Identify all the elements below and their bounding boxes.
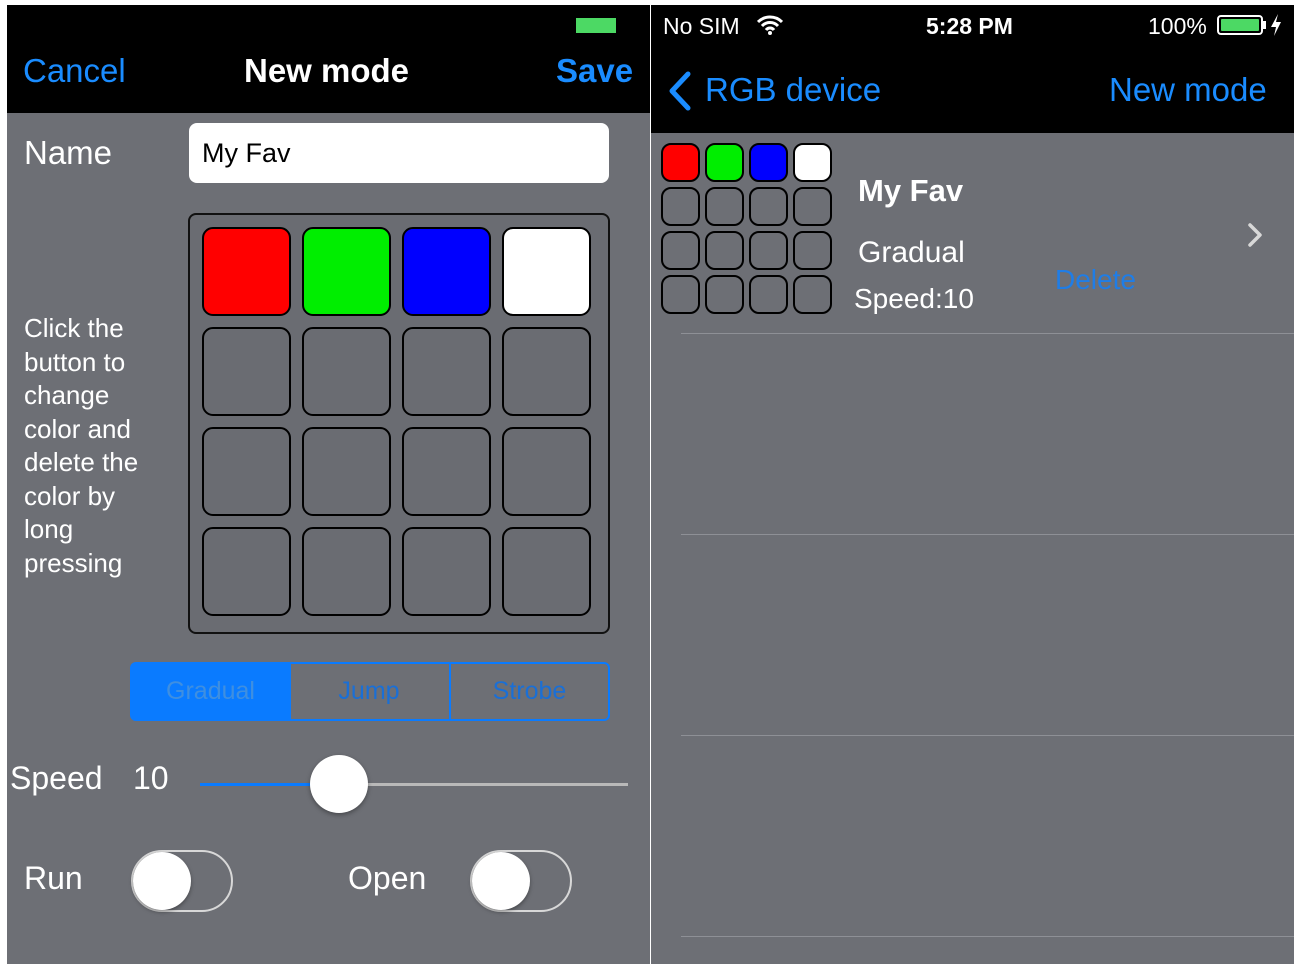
segment-jump[interactable]: Jump <box>289 662 451 721</box>
mini-slot-green <box>705 143 744 182</box>
mode-speed: Speed:10 <box>854 283 974 314</box>
mini-slot-red <box>661 143 700 182</box>
mini-slot-empty <box>661 275 700 314</box>
color-slot-empty[interactable] <box>502 527 591 616</box>
color-slot-white[interactable] <box>502 227 591 316</box>
charging-bolt-icon <box>1271 14 1281 36</box>
battery-icon <box>576 18 616 33</box>
row-separator <box>681 936 1294 937</box>
toggle-knob <box>472 852 530 910</box>
mini-slot-empty <box>705 231 744 270</box>
new-mode-button[interactable]: New mode <box>1109 71 1267 109</box>
open-toggle[interactable] <box>470 850 572 912</box>
speed-value: 10 <box>133 760 169 796</box>
mini-slot-empty <box>793 187 832 226</box>
color-slot-empty[interactable] <box>202 427 291 516</box>
color-slot-empty[interactable] <box>202 327 291 416</box>
color-slot-empty[interactable] <box>402 327 491 416</box>
disclosure-chevron-icon <box>1248 223 1262 247</box>
open-label: Open <box>348 860 427 896</box>
color-slot-empty[interactable] <box>302 327 391 416</box>
battery-icon <box>1217 15 1263 35</box>
run-label: Run <box>24 860 83 896</box>
color-slot-red[interactable] <box>202 227 291 316</box>
row-separator <box>681 534 1294 535</box>
battery-tip <box>1263 21 1266 29</box>
mini-slot-empty <box>705 187 744 226</box>
row-separator <box>681 735 1294 736</box>
segment-gradual[interactable]: Gradual <box>130 662 291 721</box>
color-slot-empty[interactable] <box>302 527 391 616</box>
color-slot-empty[interactable] <box>402 427 491 516</box>
color-slot-empty[interactable] <box>302 427 391 516</box>
mode-list-screen: No SIM 5:28 PM 100% RGB device New mode <box>651 5 1294 964</box>
slider-thumb[interactable] <box>309 755 368 813</box>
mini-slot-empty <box>793 231 832 270</box>
mode-type: Gradual <box>858 236 965 269</box>
wifi-icon <box>757 15 783 35</box>
color-grid <box>188 213 610 634</box>
mini-slot-blue <box>749 143 788 182</box>
instructions-text: Click the button to change color and del… <box>24 313 139 578</box>
nav-bar: No SIM 5:28 PM 100% RGB device New mode <box>651 5 1294 133</box>
mini-slot-empty <box>749 275 788 314</box>
speed-slider[interactable] <box>200 755 628 813</box>
mini-slot-empty <box>705 275 744 314</box>
nav-bar: Cancel New mode Save <box>7 5 650 113</box>
battery-percent: 100% <box>1148 13 1207 39</box>
save-button[interactable]: Save <box>556 52 633 90</box>
status-time: 5:28 PM <box>926 13 1013 39</box>
color-slot-empty[interactable] <box>502 427 591 516</box>
color-slot-empty[interactable] <box>202 527 291 616</box>
name-label: Name <box>24 134 113 171</box>
mini-slot-white <box>793 143 832 182</box>
new-mode-screen: Cancel New mode Save Name Click the butt… <box>7 5 650 964</box>
color-slot-green[interactable] <box>302 227 391 316</box>
carrier-label: No SIM <box>663 13 740 39</box>
back-chevron-icon <box>669 71 691 111</box>
name-input[interactable] <box>189 123 609 183</box>
mini-slot-empty <box>749 187 788 226</box>
mini-slot-empty <box>661 231 700 270</box>
page-title: New mode <box>244 52 410 89</box>
row-separator <box>681 333 1294 334</box>
mini-slot-empty <box>749 231 788 270</box>
segment-strobe[interactable]: Strobe <box>449 662 610 721</box>
cancel-button[interactable]: Cancel <box>23 52 126 90</box>
mini-color-grid <box>661 143 837 319</box>
toggle-knob <box>133 852 191 910</box>
mini-slot-empty <box>793 275 832 314</box>
speed-label: Speed <box>10 760 103 796</box>
color-slot-empty[interactable] <box>402 527 491 616</box>
mode-name: My Fav <box>858 173 964 208</box>
color-slot-blue[interactable] <box>402 227 491 316</box>
mini-slot-empty <box>661 187 700 226</box>
mode-list-item[interactable]: My Fav Gradual Speed:10 Delete <box>651 133 1294 333</box>
run-toggle[interactable] <box>131 850 233 912</box>
delete-button[interactable]: Delete <box>1055 264 1136 296</box>
back-label: RGB device <box>705 71 882 108</box>
color-slot-empty[interactable] <box>502 327 591 416</box>
